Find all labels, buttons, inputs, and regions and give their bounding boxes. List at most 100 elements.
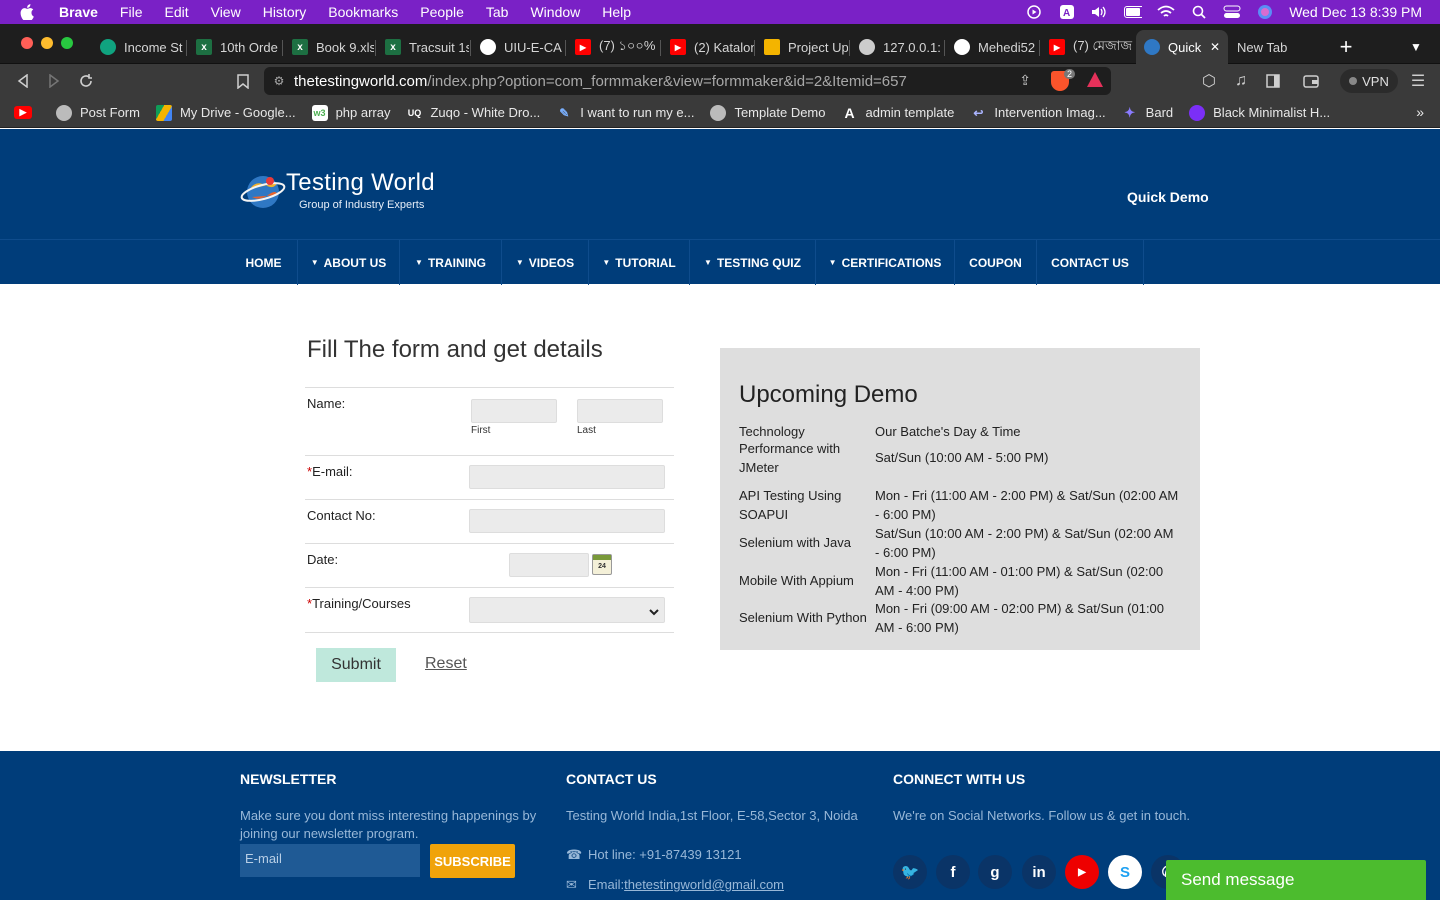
- wallet-icon[interactable]: [1300, 64, 1322, 98]
- wifi-icon[interactable]: [1157, 5, 1175, 19]
- demo-tech-line: Performance with: [739, 441, 841, 456]
- menu-help[interactable]: Help: [602, 4, 631, 20]
- calendar-icon[interactable]: 24: [592, 554, 612, 575]
- browser-tab[interactable]: x Tracsuit 1s: [377, 30, 469, 64]
- browser-tab[interactable]: ▶ (2) Katalon: [662, 30, 754, 64]
- bookmark-item[interactable]: ▶: [14, 106, 40, 119]
- window-minimize-button[interactable]: [41, 37, 53, 49]
- linkedin-icon[interactable]: in: [1022, 855, 1056, 889]
- browser-tab[interactable]: New Tab: [1229, 30, 1329, 64]
- close-tab-icon[interactable]: ✕: [1210, 40, 1220, 54]
- volume-icon[interactable]: [1091, 5, 1109, 19]
- forward-icon[interactable]: [43, 64, 65, 98]
- menu-file[interactable]: File: [120, 4, 143, 20]
- reset-link[interactable]: Reset: [425, 655, 467, 673]
- menu-tab[interactable]: Tab: [486, 4, 509, 20]
- bookmark-item[interactable]: UQ Zuqo - White Dro...: [406, 104, 540, 121]
- nav-item[interactable]: CONTACT US: [1037, 240, 1144, 285]
- screen-record-icon[interactable]: [1025, 5, 1043, 19]
- globe-logo-icon: [240, 167, 286, 213]
- nav-item[interactable]: ▼ TUTORIAL: [589, 240, 690, 285]
- menu-app-brave[interactable]: Brave: [59, 4, 98, 20]
- browser-tab[interactable]: Mehedi52: [946, 30, 1038, 64]
- more-bookmarks-icon[interactable]: »: [1416, 104, 1424, 120]
- site-logo[interactable]: Testing World Group of Industry Experts: [240, 167, 435, 213]
- brave-rewards-icon[interactable]: [1087, 72, 1103, 87]
- bookmark-icon[interactable]: [232, 64, 254, 98]
- submit-button[interactable]: Submit: [316, 648, 396, 682]
- nav-item[interactable]: ▼ VIDEOS: [502, 240, 589, 285]
- siri-icon[interactable]: [1256, 5, 1274, 19]
- bookmark-item[interactable]: ↩ Intervention Imag...: [970, 104, 1106, 121]
- vpn-button[interactable]: VPN: [1340, 69, 1398, 93]
- browser-tab[interactable]: UIU-E-CA: [472, 30, 564, 64]
- nav-item[interactable]: ▼ ABOUT US: [298, 240, 400, 285]
- nav-item[interactable]: ▼ TESTING QUIZ: [690, 240, 816, 285]
- menu-bookmarks[interactable]: Bookmarks: [328, 4, 398, 20]
- subscribe-button[interactable]: SUBSCRIBE: [430, 844, 515, 878]
- email-link[interactable]: thetestingworld@gmail.com: [624, 876, 784, 894]
- youtube-icon[interactable]: ▶: [1065, 855, 1099, 889]
- bookmark-item[interactable]: w3 php array: [311, 104, 390, 121]
- twitter-icon[interactable]: 🐦: [893, 855, 927, 889]
- bookmark-item[interactable]: Black Minimalist H...: [1189, 104, 1330, 121]
- nav-item[interactable]: ▼ CERTIFICATIONS: [816, 240, 955, 285]
- window-zoom-button[interactable]: [61, 37, 73, 49]
- bookmark-item[interactable]: My Drive - Google...: [155, 104, 296, 121]
- bookmark-item[interactable]: ✎ I want to run my e...: [556, 104, 694, 121]
- battery-icon[interactable]: [1124, 5, 1143, 19]
- main-menu-icon[interactable]: ☰: [1408, 64, 1428, 98]
- bookmark-item[interactable]: Template Demo: [710, 104, 826, 121]
- browser-tab[interactable]: Project Up: [756, 30, 848, 64]
- address-bar[interactable]: ⚙ thetestingworld.com/index.php?option=c…: [264, 67, 1111, 95]
- newsletter-email-input[interactable]: E-mail: [240, 844, 420, 877]
- reload-icon[interactable]: [75, 64, 97, 98]
- last-name-input[interactable]: [577, 399, 663, 423]
- input-source-icon[interactable]: A: [1058, 5, 1076, 19]
- browser-tab[interactable]: ▶ (7) মেজাজ: [1041, 30, 1133, 64]
- sidebar-icon[interactable]: [1262, 64, 1284, 98]
- browser-tab[interactable]: x Book 9.xls: [284, 30, 374, 64]
- nav-item[interactable]: ▼ TRAINING: [400, 240, 502, 285]
- courses-select[interactable]: [469, 597, 665, 623]
- google-icon[interactable]: g: [978, 855, 1012, 889]
- demo-time-line: AM - 6:00 PM): [875, 619, 959, 635]
- browser-tab[interactable]: x 10th Orde: [188, 30, 280, 64]
- quick-demo-link[interactable]: Quick Demo: [1127, 189, 1209, 205]
- site-info-icon[interactable]: ⚙: [264, 74, 294, 88]
- nav-item-label: ABOUT US: [323, 255, 387, 270]
- form-divider: [305, 499, 674, 500]
- bookmark-item[interactable]: ✦ Bard: [1121, 104, 1173, 121]
- spotlight-search-icon[interactable]: [1190, 5, 1208, 19]
- email-input[interactable]: [469, 465, 665, 489]
- nav-item[interactable]: COUPON: [955, 240, 1037, 285]
- date-input[interactable]: [509, 553, 589, 577]
- menu-people[interactable]: People: [420, 4, 464, 20]
- window-close-button[interactable]: [21, 37, 33, 49]
- back-icon[interactable]: [12, 64, 34, 98]
- browser-tab[interactable]: 127.0.0.1:: [851, 30, 943, 64]
- contact-input[interactable]: [469, 509, 665, 533]
- menu-window[interactable]: Window: [530, 4, 580, 20]
- skype-icon[interactable]: S: [1108, 855, 1142, 889]
- menu-edit[interactable]: Edit: [164, 4, 188, 20]
- browser-tab[interactable]: ▶ (7) ১০০% f: [567, 30, 659, 64]
- tab-search-chevron-icon[interactable]: ▼: [1404, 30, 1428, 64]
- share-icon[interactable]: ⇪: [1019, 72, 1031, 89]
- extensions-icon[interactable]: ⬡: [1198, 64, 1220, 98]
- browser-tab[interactable]: Income St: [92, 30, 184, 64]
- nav-item[interactable]: HOME: [230, 240, 298, 285]
- bookmark-item[interactable]: Post Form: [56, 104, 140, 121]
- menubar-clock[interactable]: Wed Dec 13 8:39 PM: [1289, 4, 1422, 20]
- menu-history[interactable]: History: [263, 4, 307, 20]
- new-tab-plus-icon[interactable]: +: [1334, 30, 1358, 64]
- first-name-input[interactable]: [471, 399, 557, 423]
- facebook-icon[interactable]: f: [936, 855, 970, 889]
- bookmark-item[interactable]: Aadmin template: [841, 104, 954, 121]
- media-icon[interactable]: ♫: [1230, 64, 1252, 98]
- send-message-button[interactable]: Send message: [1166, 860, 1426, 900]
- control-center-icon[interactable]: [1223, 5, 1241, 19]
- browser-tab[interactable]: Quick ✕: [1136, 30, 1228, 64]
- menu-view[interactable]: View: [211, 4, 241, 20]
- apple-icon[interactable]: [16, 4, 38, 20]
